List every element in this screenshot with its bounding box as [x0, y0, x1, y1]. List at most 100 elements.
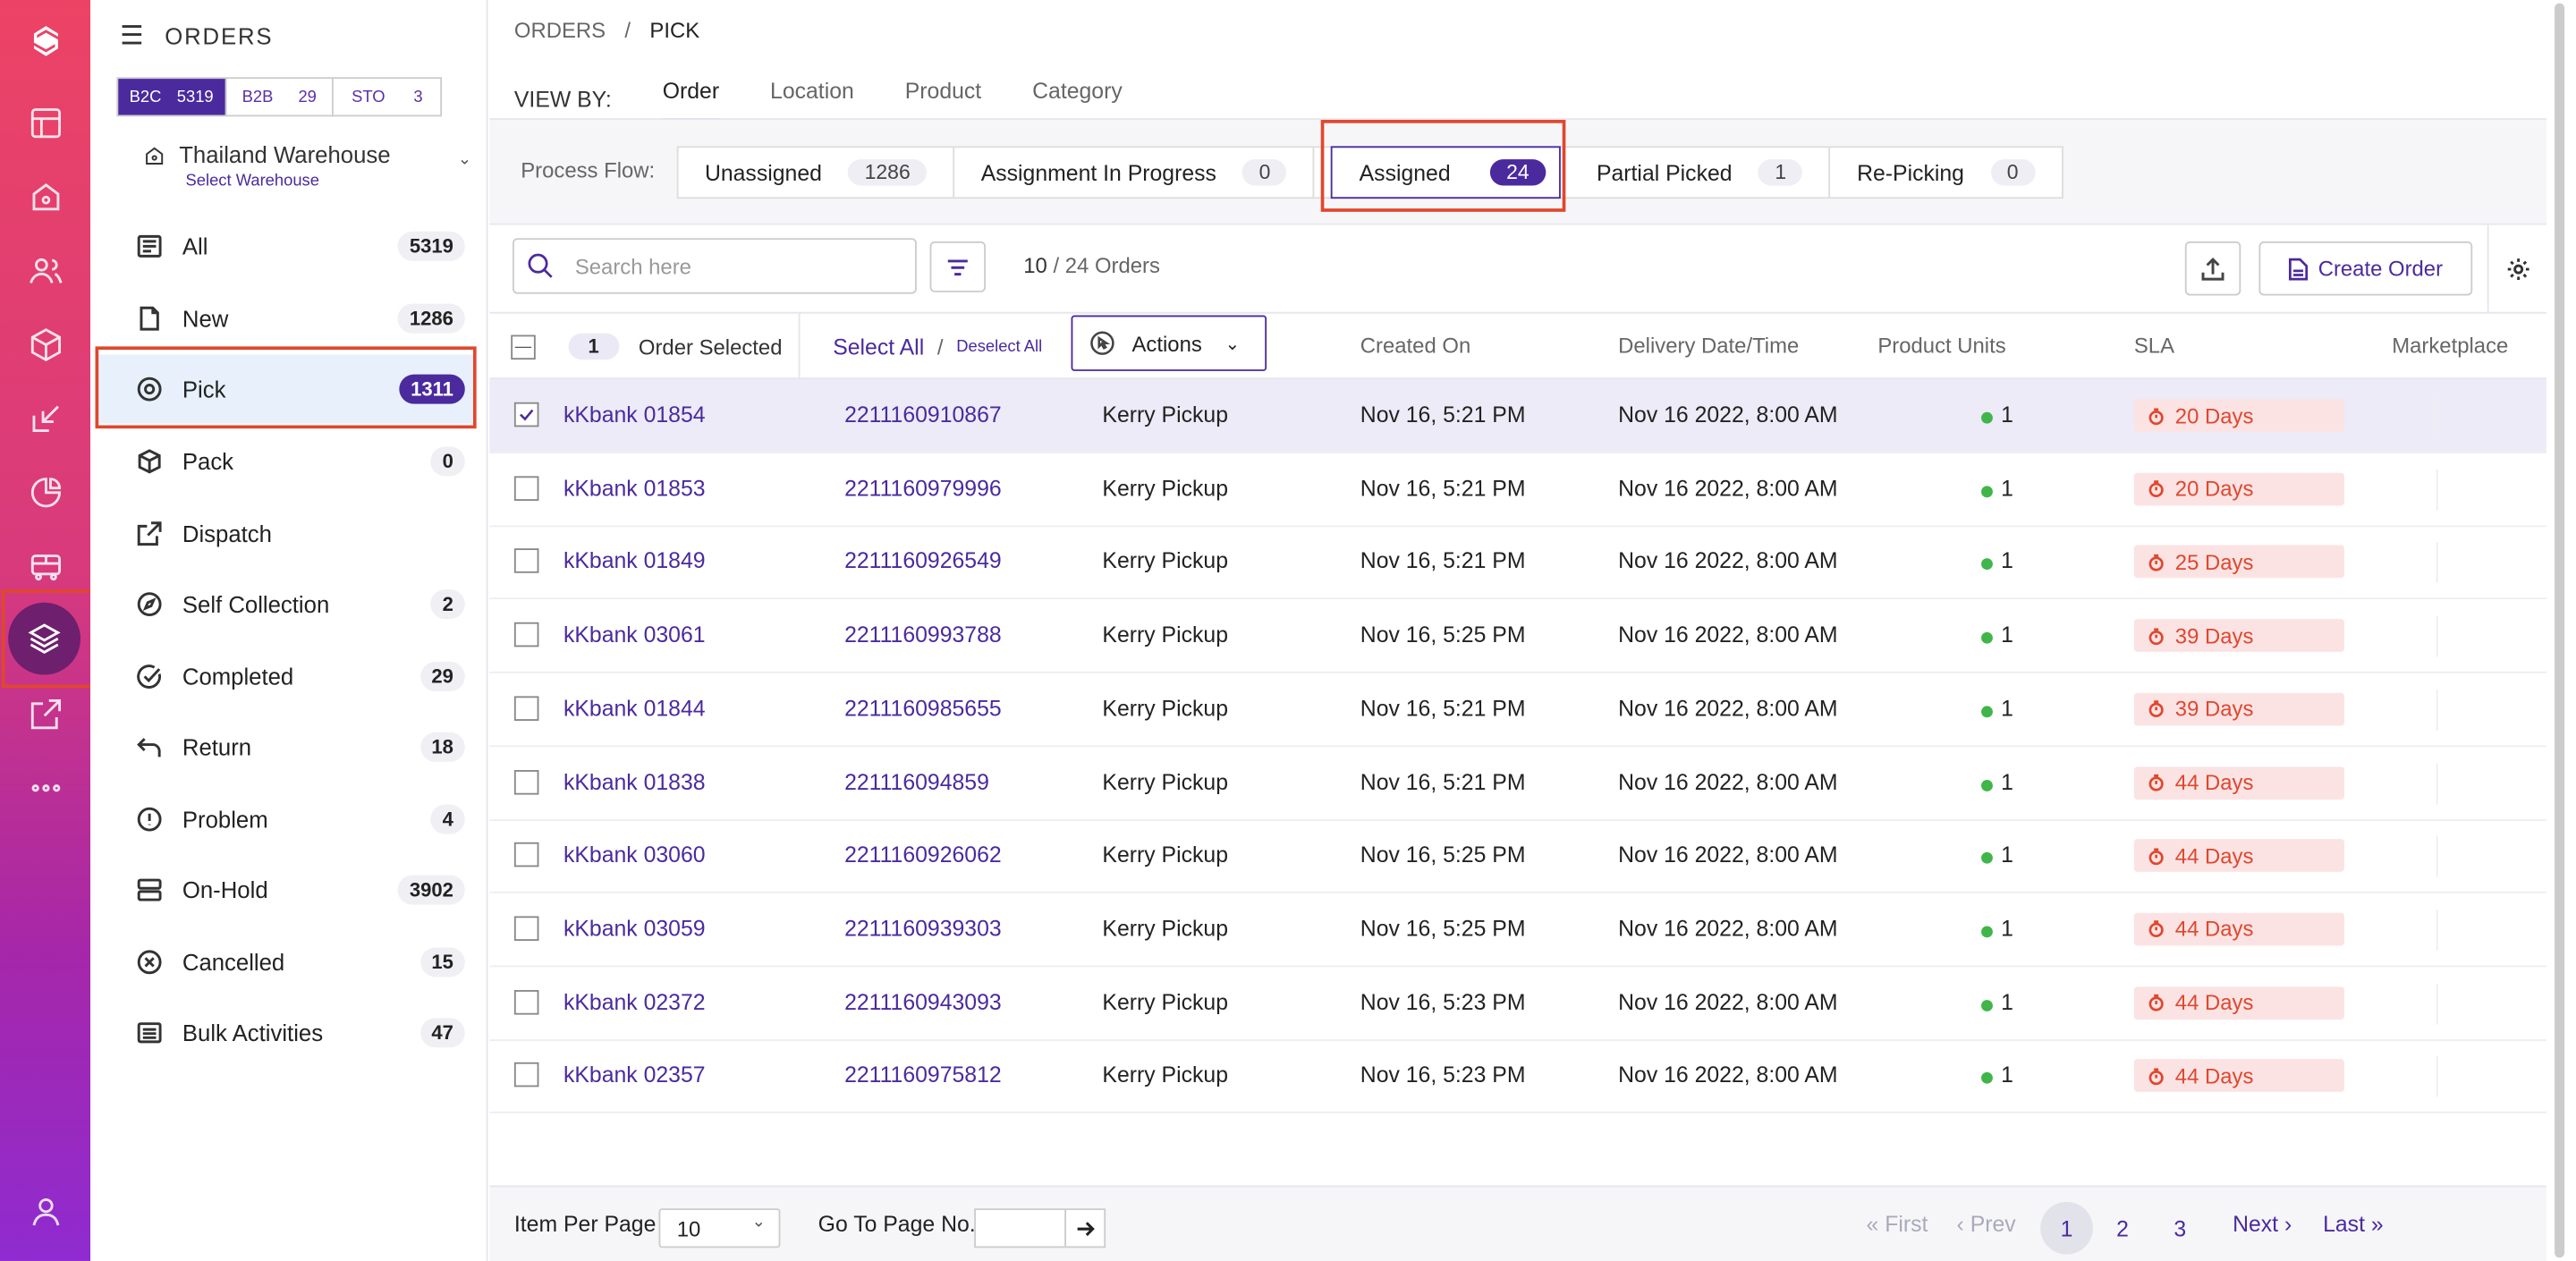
- tab-location[interactable]: Location: [770, 75, 854, 121]
- search-input[interactable]: [574, 253, 904, 279]
- order-id-link[interactable]: kKbank 02357: [564, 1062, 706, 1088]
- order-id-link[interactable]: kKbank 01844: [564, 696, 706, 721]
- table-row[interactable]: kKbank 02357 2211160975812 Kerry Pickup Nov…: [489, 1040, 2546, 1114]
- row-checkbox[interactable]: [513, 842, 539, 867]
- filter-button[interactable]: [929, 241, 987, 292]
- export-button[interactable]: [2184, 241, 2241, 296]
- items-per-page-select[interactable]: 10 ⌄: [658, 1208, 781, 1248]
- row-checkbox[interactable]: [513, 769, 539, 794]
- reference-link[interactable]: 2211160943093: [844, 989, 1002, 1014]
- table-row[interactable]: kKbank 03059 2211160939303 Kerry Pickup Nov…: [489, 893, 2546, 968]
- first-page-button[interactable]: « First: [1866, 1212, 1928, 1237]
- channel-b2c[interactable]: B2C 5319: [118, 79, 226, 115]
- order-id-link[interactable]: kKbank 03060: [564, 842, 706, 867]
- row-checkbox[interactable]: [513, 1062, 539, 1088]
- row-checkbox[interactable]: [513, 916, 539, 941]
- order-id-link[interactable]: kKbank 03061: [564, 622, 706, 647]
- reference-link[interactable]: 2211160975812: [844, 1062, 1002, 1088]
- sidebar-item-completed[interactable]: Completed 29: [97, 642, 474, 711]
- order-id-link[interactable]: kKbank 03059: [564, 916, 706, 941]
- row-checkbox[interactable]: [513, 989, 539, 1014]
- more-icon[interactable]: [20, 762, 71, 813]
- home-icon[interactable]: [20, 171, 71, 222]
- sidebar-item-new[interactable]: New 1286: [97, 284, 474, 353]
- flow-step-assignment-in-progress[interactable]: Assignment In Progress 0: [954, 148, 1316, 198]
- warehouse-selector[interactable]: Thailand Warehouse Select Warehouse ⌄: [143, 141, 471, 190]
- hamburger-menu-icon[interactable]: ☰: [120, 20, 145, 53]
- table-row[interactable]: kKbank 01854 2211160910867 Kerry Pickup Nov…: [489, 379, 2546, 453]
- table-row[interactable]: kKbank 01838 221116094859 Kerry Pickup Nov …: [489, 746, 2546, 821]
- goto-page-button[interactable]: [1064, 1208, 1106, 1248]
- sidebar-item-pack[interactable]: Pack 0: [97, 427, 474, 495]
- inbound-icon[interactable]: [20, 393, 71, 444]
- sidebar-item-all[interactable]: All 5319: [97, 212, 474, 281]
- row-checkbox[interactable]: [513, 622, 539, 647]
- reference-link[interactable]: 2211160926062: [844, 842, 1002, 867]
- table-row[interactable]: kKbank 01849 2211160926549 Kerry Pickup Nov…: [489, 526, 2546, 600]
- sidebar-item-dispatch[interactable]: Dispatch: [97, 499, 474, 568]
- app-logo-icon[interactable]: [20, 15, 71, 66]
- flow-step-partial-picked[interactable]: Partial Picked 1: [1571, 148, 1831, 198]
- truck-icon[interactable]: [20, 540, 71, 591]
- breadcrumb-orders[interactable]: ORDERS: [514, 18, 606, 43]
- tab-order[interactable]: Order: [662, 75, 719, 122]
- goto-page-input[interactable]: [974, 1208, 1067, 1248]
- reference-link[interactable]: 2211160939303: [844, 916, 1002, 941]
- header-created-on[interactable]: Created On: [1360, 334, 1470, 359]
- users-icon[interactable]: [20, 245, 71, 296]
- deselect-all-link[interactable]: Deselect All: [956, 337, 1042, 355]
- prev-page-button[interactable]: ‹ Prev: [1957, 1212, 2016, 1237]
- order-id-link[interactable]: kKbank 01854: [564, 402, 706, 427]
- row-checkbox[interactable]: [513, 402, 539, 427]
- header-delivery-date[interactable]: Delivery Date/Time: [1618, 334, 1799, 359]
- page-1-button[interactable]: 1: [2040, 1201, 2093, 1255]
- sidebar-item-on-hold[interactable]: On-Hold 3902: [97, 856, 474, 925]
- select-all-checkbox[interactable]: —: [511, 334, 536, 360]
- page-2-button[interactable]: 2: [2097, 1202, 2149, 1255]
- sidebar-item-problem[interactable]: Problem 4: [97, 785, 474, 854]
- table-row[interactable]: kKbank 03061 2211160993788 Kerry Pickup Nov…: [489, 599, 2546, 673]
- dashboard-icon[interactable]: [20, 97, 71, 148]
- select-warehouse-link[interactable]: Select Warehouse: [143, 173, 471, 190]
- sidebar-item-return[interactable]: Return 18: [97, 713, 474, 782]
- actions-dropdown[interactable]: Actions ⌄: [1071, 315, 1267, 371]
- external-link-icon[interactable]: [20, 688, 71, 739]
- channel-b2b[interactable]: B2B 29: [226, 79, 335, 115]
- create-order-button[interactable]: Create Order: [2258, 241, 2473, 296]
- next-page-button[interactable]: Next ›: [2233, 1212, 2292, 1237]
- sidebar-item-self-collection[interactable]: Self Collection 2: [97, 570, 474, 639]
- reference-link[interactable]: 2211160926549: [844, 549, 1002, 574]
- order-id-link[interactable]: kKbank 01853: [564, 476, 706, 501]
- order-id-link[interactable]: kKbank 02372: [564, 989, 706, 1014]
- flow-step-unassigned[interactable]: Unassigned 1286: [679, 148, 955, 198]
- table-row[interactable]: kKbank 01844 2211160985655 Kerry Pickup Nov…: [489, 673, 2546, 747]
- tab-product[interactable]: Product: [905, 75, 981, 121]
- table-row[interactable]: kKbank 03060 2211160926062 Kerry Pickup Nov…: [489, 819, 2546, 894]
- sidebar-item-cancelled[interactable]: Cancelled 15: [97, 927, 474, 996]
- sidebar-item-pick[interactable]: Pick 1311: [97, 354, 475, 424]
- page-3-button[interactable]: 3: [2154, 1202, 2207, 1255]
- user-profile-icon[interactable]: [20, 1186, 71, 1237]
- reference-link[interactable]: 221116094859: [844, 769, 989, 794]
- box-icon[interactable]: [20, 318, 71, 369]
- sidebar-item-bulk-activities[interactable]: Bulk Activities 47: [97, 998, 474, 1067]
- flow-step-assigned[interactable]: Assigned 24: [1331, 146, 1561, 199]
- reference-link[interactable]: 2211160985655: [844, 696, 1002, 721]
- row-checkbox[interactable]: [513, 475, 539, 501]
- header-sla[interactable]: SLA: [2134, 334, 2174, 359]
- header-marketplace[interactable]: Marketplace: [2392, 334, 2508, 359]
- table-settings-button[interactable]: [2487, 224, 2546, 314]
- reports-icon[interactable]: [20, 466, 71, 517]
- channel-sto[interactable]: STO 3: [334, 79, 440, 114]
- select-all-link[interactable]: Select All: [833, 334, 924, 360]
- tab-category[interactable]: Category: [1032, 75, 1123, 121]
- order-id-link[interactable]: kKbank 01838: [564, 769, 706, 794]
- header-product-units[interactable]: Product Units: [1877, 334, 2005, 359]
- page-scrollbar[interactable]: [2551, 0, 2567, 1261]
- row-checkbox[interactable]: [513, 696, 539, 721]
- order-id-link[interactable]: kKbank 01849: [564, 549, 706, 574]
- scrollbar-thumb[interactable]: [2555, 3, 2565, 1258]
- reference-link[interactable]: 2211160993788: [844, 622, 1002, 647]
- orders-layers-icon[interactable]: [8, 602, 80, 675]
- table-row[interactable]: kKbank 02372 2211160943093 Kerry Pickup Nov…: [489, 967, 2546, 1041]
